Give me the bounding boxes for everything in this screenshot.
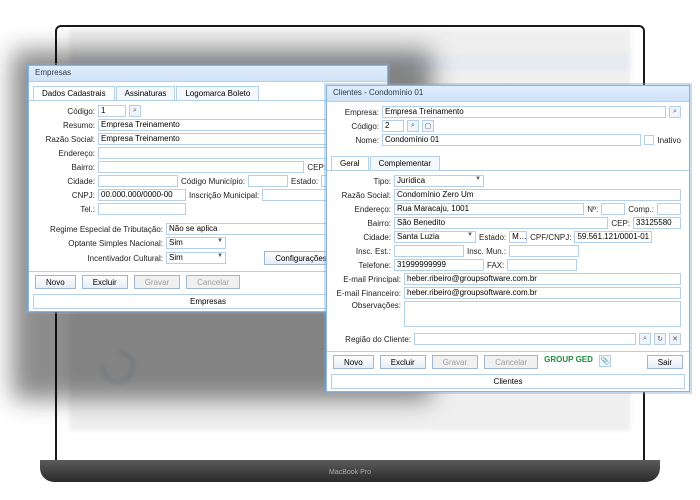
- ged-label[interactable]: GROUP GED: [544, 355, 593, 369]
- lbl-c-codigo: Código:: [335, 122, 379, 131]
- btn-c-gravar[interactable]: Gravar: [432, 355, 478, 369]
- lbl-regime: Regime Especial de Tributação:: [37, 225, 163, 234]
- lbl-c-end: Endereço:: [335, 205, 391, 214]
- lbl-c-inscest: Insc. Est.:: [335, 247, 391, 256]
- filter-icon[interactable]: ▢: [422, 120, 434, 132]
- btn-excluir[interactable]: Excluir: [82, 275, 128, 289]
- inp-c-regiao[interactable]: [414, 333, 636, 345]
- tab-dados-cadastrais[interactable]: Dados Cadastrais: [33, 86, 115, 100]
- tab-geral[interactable]: Geral: [331, 156, 369, 170]
- lbl-cnpj: CNPJ:: [37, 191, 95, 200]
- inp-c-obs[interactable]: [404, 301, 681, 327]
- chk-inativo[interactable]: [644, 135, 654, 145]
- lbl-codmun: Código Município:: [181, 177, 245, 186]
- lbl-tel: Tel.:: [37, 205, 95, 214]
- inp-cidade[interactable]: [98, 175, 178, 187]
- inp-c-cpfcnpj[interactable]: 59.561.121/0001-01: [574, 231, 652, 243]
- lbl-cidade: Cidade:: [37, 177, 95, 186]
- lbl-c-obs: Observações:: [335, 301, 401, 310]
- sel-incentiv[interactable]: Sim: [166, 252, 226, 264]
- lbl-estado: Estado:: [291, 177, 318, 186]
- lbl-resumo: Resumo:: [37, 121, 95, 130]
- inp-bairro[interactable]: [98, 161, 304, 173]
- lbl-codigo: Código:: [37, 107, 95, 116]
- lbl-c-fax: FAX:: [487, 261, 504, 270]
- inp-c-razao[interactable]: Condomínio Zero Um: [394, 189, 681, 201]
- btn-c-excluir[interactable]: Excluir: [380, 355, 426, 369]
- laptop-brand: MacBook Pro: [329, 469, 371, 476]
- inp-c-cep[interactable]: 33125580: [633, 217, 681, 229]
- btn-gravar[interactable]: Gravar: [134, 275, 180, 289]
- lbl-cep: CEP:: [307, 163, 326, 172]
- inp-c-comp[interactable]: [657, 203, 681, 215]
- inp-tel[interactable]: [98, 203, 186, 215]
- lbl-c-cep: CEP:: [611, 219, 630, 228]
- tab-logomarca[interactable]: Logomarca Boleto: [176, 86, 259, 100]
- search-icon[interactable]: ⌕: [407, 120, 419, 132]
- inp-c-emailf[interactable]: heber.ribeiro@groupsoftware.com.br: [404, 287, 681, 299]
- search-icon[interactable]: ⌕: [639, 333, 651, 345]
- btn-c-cancelar[interactable]: Cancelar: [484, 355, 538, 369]
- lbl-c-bairro: Bairro:: [335, 219, 391, 228]
- inp-c-empresa[interactable]: Empresa Treinamento: [382, 106, 666, 118]
- btn-c-novo[interactable]: Novo: [333, 355, 374, 369]
- inp-c-inscmun[interactable]: [509, 245, 579, 257]
- search-icon[interactable]: ⌕: [669, 106, 681, 118]
- inp-c-fax[interactable]: [507, 259, 577, 271]
- status-clientes: Clientes: [331, 374, 685, 389]
- search-icon[interactable]: ⌕: [129, 105, 141, 117]
- refresh-icon[interactable]: ↻: [654, 333, 666, 345]
- btn-novo[interactable]: Novo: [35, 275, 76, 289]
- inp-codigo[interactable]: 1: [98, 105, 126, 117]
- lbl-c-regiao: Região do Cliente:: [335, 335, 411, 344]
- tab-complementar[interactable]: Complementar: [370, 156, 440, 170]
- inp-c-nome[interactable]: Condomínio 01: [382, 134, 641, 146]
- lbl-c-estado: Estado:: [479, 233, 506, 242]
- inp-c-inscest[interactable]: [394, 245, 464, 257]
- lbl-c-np: Nº:: [587, 205, 598, 214]
- delete-icon[interactable]: ✕: [669, 333, 681, 345]
- window-clientes: Clientes - Condomínio 01 Empresa: Empres…: [326, 85, 690, 392]
- lbl-simples: Optante Simples Nacional:: [37, 239, 163, 248]
- lbl-inscmun: Inscrição Municipal:: [189, 191, 259, 200]
- btn-c-sair[interactable]: Sair: [647, 355, 683, 369]
- inp-c-estado[interactable]: MG: [509, 231, 527, 243]
- attach-icon[interactable]: 📎: [599, 355, 611, 367]
- lbl-c-cpfcnpj: CPF/CNPJ:: [530, 233, 571, 242]
- lbl-c-cidade: Cidade:: [335, 233, 391, 242]
- lbl-c-tel: Telefone:: [335, 261, 391, 270]
- lbl-c-inscmun: Insc. Mun.:: [467, 247, 506, 256]
- lbl-c-comp: Comp.:: [628, 205, 654, 214]
- lbl-c-empresa: Empresa:: [335, 108, 379, 117]
- lbl-c-emailp: E-mail Principal:: [335, 275, 401, 284]
- sel-c-tipo[interactable]: Jurídica: [394, 175, 484, 187]
- lbl-c-razao: Razão Social:: [335, 191, 391, 200]
- title-clientes: Clientes - Condomínio 01: [327, 86, 689, 102]
- lbl-c-tipo: Tipo:: [335, 177, 391, 186]
- title-empresas: Empresas: [29, 66, 387, 82]
- sel-simples[interactable]: Sim: [166, 237, 226, 249]
- inp-c-codigo[interactable]: 2: [382, 120, 404, 132]
- inp-c-np[interactable]: [601, 203, 625, 215]
- lbl-c-emailf: E-mail Financeiro:: [335, 289, 401, 298]
- sel-c-cidade[interactable]: Santa Luzia: [394, 231, 476, 243]
- lbl-c-inativo: Inativo: [657, 136, 681, 145]
- lbl-razao: Razão Social:: [37, 135, 95, 144]
- inp-c-tel[interactable]: 31999999999: [394, 259, 484, 271]
- inp-cnpj[interactable]: 00.000.000/0000-00: [98, 189, 186, 201]
- btn-cancelar[interactable]: Cancelar: [186, 275, 240, 289]
- inp-c-emailp[interactable]: heber.ribeiro@groupsoftware.com.br: [404, 273, 681, 285]
- lbl-bairro: Bairro:: [37, 163, 95, 172]
- lbl-endereco: Endereço:: [37, 149, 95, 158]
- inp-codmun[interactable]: [248, 175, 288, 187]
- inp-c-bairro[interactable]: São Benedito: [394, 217, 608, 229]
- lbl-incentiv: Incentivador Cultural:: [37, 254, 163, 263]
- lbl-c-nome: Nome:: [335, 136, 379, 145]
- inp-c-end[interactable]: Rua Maracaju, 1001: [394, 203, 584, 215]
- tab-assinaturas[interactable]: Assinaturas: [116, 86, 176, 100]
